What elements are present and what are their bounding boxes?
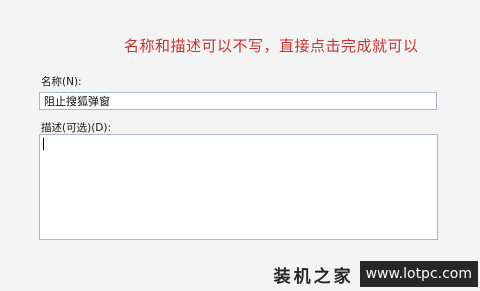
text-caret <box>43 138 44 150</box>
description-label: 描述(可选)(D): <box>41 122 112 134</box>
task-name-input[interactable] <box>39 92 437 110</box>
watermark-url: www.lotpc.com <box>359 261 478 287</box>
description-textarea[interactable] <box>39 134 438 240</box>
watermark-site-name: 装机之家 <box>273 266 354 287</box>
site-watermark: 装机之家 www.lotpc.com <box>270 261 478 287</box>
name-label: 名称(N): <box>41 76 82 88</box>
instruction-annotation: 名称和描述可以不写，直接点击完成就可以 <box>124 37 419 55</box>
